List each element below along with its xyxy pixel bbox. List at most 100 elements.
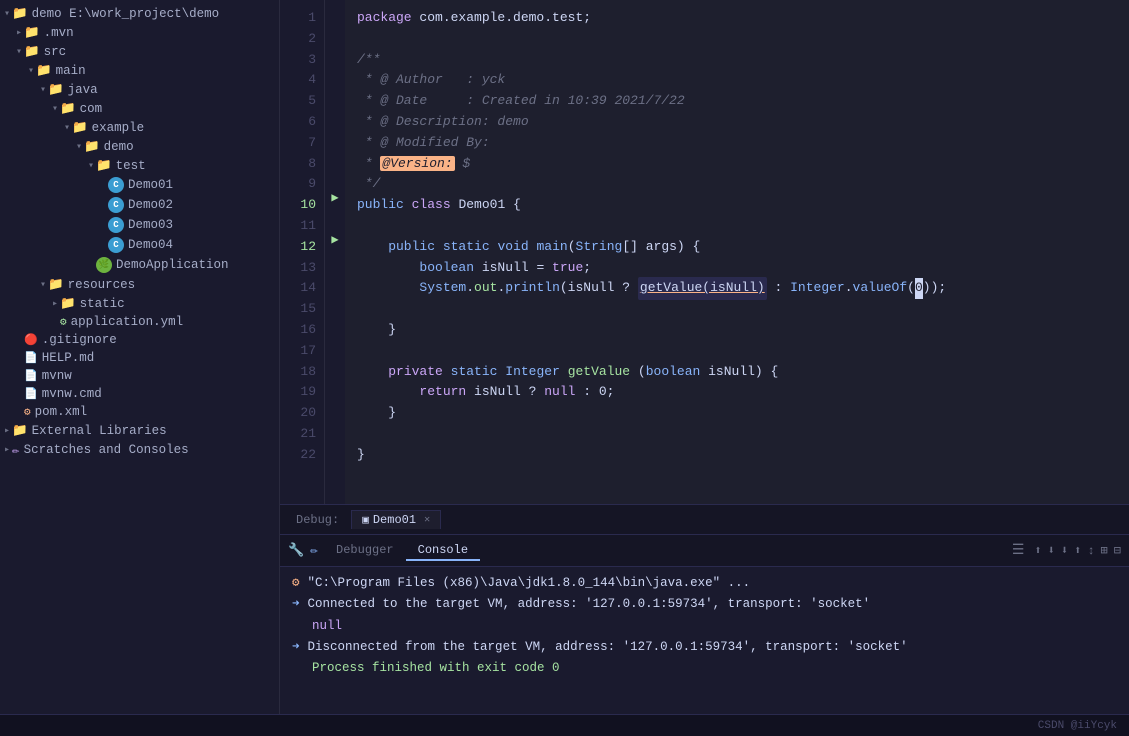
sidebar-item-Demo03[interactable]: CDemo03 bbox=[0, 215, 279, 235]
cursor-pos: 0 bbox=[915, 278, 923, 299]
code-line: package com.example.demo.test; bbox=[357, 8, 1129, 29]
debug-scroll-down-icon[interactable]: ⬇ bbox=[1061, 543, 1068, 558]
comment-token: * @ Description: demo bbox=[357, 112, 529, 133]
gutter-cell bbox=[325, 416, 345, 437]
debug-scroll-down2-icon[interactable]: ↕ bbox=[1087, 544, 1094, 558]
sidebar-item-mvn[interactable]: ▸📁.mvn bbox=[0, 23, 279, 42]
tree-arrow: ▾ bbox=[28, 65, 34, 77]
debug-collapse-icon[interactable]: ⬇ bbox=[1048, 543, 1055, 558]
debug-inner-tabs: DebuggerConsole bbox=[324, 541, 480, 561]
sidebar-item-java[interactable]: ▾📁java bbox=[0, 80, 279, 99]
line-number: 18 bbox=[280, 362, 324, 383]
sidebar-item-resources[interactable]: ▾📁resources bbox=[0, 275, 279, 294]
sidebar-item-extlibs[interactable]: ▸📁External Libraries bbox=[0, 421, 279, 440]
tree-item-label: External Libraries bbox=[32, 424, 167, 438]
debug-edit-icon[interactable]: ✏ bbox=[310, 543, 318, 558]
gutter-cell bbox=[325, 208, 345, 229]
line-number: 12 bbox=[280, 237, 324, 258]
code-line: * @Version: $ bbox=[357, 154, 1129, 175]
tree-arrow: ▾ bbox=[64, 122, 70, 134]
sidebar-item-Demo02[interactable]: CDemo02 bbox=[0, 195, 279, 215]
sidebar-item-example[interactable]: ▾📁example bbox=[0, 118, 279, 137]
tree-item-label: com bbox=[80, 102, 103, 116]
line-number: 9 bbox=[280, 174, 324, 195]
sidebar-item-com[interactable]: ▾📁com bbox=[0, 99, 279, 118]
sidebar-item-main[interactable]: ▾📁main bbox=[0, 61, 279, 80]
code-line: */ bbox=[357, 174, 1129, 195]
keyword2-token: boolean bbox=[419, 258, 474, 279]
tree-item-label: HELP.md bbox=[42, 351, 95, 365]
line-number: 8 bbox=[280, 154, 324, 175]
debug-soft-wrap-icon[interactable]: ⊞ bbox=[1101, 543, 1108, 558]
sidebar-item-Demo04[interactable]: CDemo04 bbox=[0, 235, 279, 255]
debug-restart-icon[interactable]: 🔧 bbox=[288, 543, 304, 558]
line-number: 22 bbox=[280, 445, 324, 466]
package-line: package com.example.demo.test; bbox=[357, 8, 591, 29]
tree-item-label: demo E:\work_project\demo bbox=[32, 7, 220, 21]
debug-tab-demo01[interactable]: ▣ Demo01 ✕ bbox=[351, 510, 441, 529]
sidebar-item-HELP[interactable]: 📄HELP.md bbox=[0, 349, 279, 367]
tree-item-label: .gitignore bbox=[42, 333, 117, 347]
line-number: 17 bbox=[280, 341, 324, 362]
sidebar-item-gitignore[interactable]: 🔴.gitignore bbox=[0, 331, 279, 349]
keyword-token: true bbox=[552, 258, 583, 279]
tree-arrow: ▸ bbox=[52, 298, 58, 310]
plain-token: . bbox=[845, 278, 853, 299]
folder-icon: 📁 bbox=[84, 139, 100, 154]
debug-print-icon[interactable]: ⊟ bbox=[1114, 543, 1121, 558]
code-line: * @ Modified By: bbox=[357, 133, 1129, 154]
console-icon: ➜ bbox=[292, 637, 300, 658]
tree-arrow: ▸ bbox=[4, 444, 10, 456]
debug-panel: Debug: ▣ Demo01 ✕ 🔧 ✏ DebuggerConsole ☰ … bbox=[280, 504, 1129, 714]
sidebar-item-scratches[interactable]: ▸✏Scratches and Consoles bbox=[0, 440, 279, 460]
sidebar-item-static[interactable]: ▸📁static bbox=[0, 294, 279, 313]
sidebar-item-application[interactable]: ⚙application.yml bbox=[0, 313, 279, 331]
console-line: ➜Connected to the target VM, address: '1… bbox=[292, 594, 1117, 615]
sidebar-item-Demo01[interactable]: CDemo01 bbox=[0, 175, 279, 195]
tree-item-label: .mvn bbox=[44, 26, 74, 40]
keyword-token: return bbox=[419, 382, 466, 403]
type-token: String bbox=[576, 237, 623, 258]
main-area: ▾📁demo E:\work_project\demo▸📁.mvn▾📁src▾📁… bbox=[0, 0, 1129, 714]
gutter-cell bbox=[325, 437, 345, 458]
code-line: * @ Date : Created in 10:39 2021/7/22 bbox=[357, 91, 1129, 112]
tree-item-label: demo bbox=[104, 140, 134, 154]
plain-token bbox=[497, 362, 505, 383]
code-line: private static Integer getValue (boolean… bbox=[357, 362, 1129, 383]
tree-item-label: java bbox=[68, 83, 98, 97]
code-content[interactable]: package com.example.demo.test;/** * @ Au… bbox=[345, 0, 1129, 504]
sidebar-item-pom[interactable]: ⚙pom.xml bbox=[0, 403, 279, 421]
plain-token: } bbox=[357, 445, 365, 466]
plain-token: . bbox=[466, 278, 474, 299]
folder-icon: 📁 bbox=[60, 296, 76, 311]
debug-inner-tab-debugger[interactable]: Debugger bbox=[324, 541, 406, 561]
sidebar-item-test[interactable]: ▾📁test bbox=[0, 156, 279, 175]
plain-token bbox=[560, 362, 568, 383]
sidebar-item-demo-root[interactable]: ▾📁demo E:\work_project\demo bbox=[0, 4, 279, 23]
code-line: } bbox=[357, 403, 1129, 424]
plain-token bbox=[443, 362, 451, 383]
sidebar-item-mvnw[interactable]: 📄mvnw bbox=[0, 367, 279, 385]
code-line: public static void main(String[] args) { bbox=[357, 237, 1129, 258]
sidebar-item-mvnwcmd[interactable]: 📄mvnw.cmd bbox=[0, 385, 279, 403]
debug-menu-icon[interactable]: ☰ bbox=[1012, 542, 1025, 559]
comment-token: * @ Author : yck bbox=[357, 70, 505, 91]
sidebar-item-DemoApplication[interactable]: 🌿DemoApplication bbox=[0, 255, 279, 275]
debug-expand-icon[interactable]: ⬆ bbox=[1034, 543, 1041, 558]
debug-tabs-bar: Debug: ▣ Demo01 ✕ bbox=[280, 505, 1129, 535]
tree-arrow: ▸ bbox=[4, 425, 10, 437]
plain-token: )); bbox=[923, 278, 946, 299]
plain-token bbox=[404, 195, 412, 216]
plain-token bbox=[490, 237, 498, 258]
debug-scroll-up-icon[interactable]: ⬆ bbox=[1074, 543, 1081, 558]
debug-tab-close[interactable]: ✕ bbox=[424, 514, 430, 526]
tree-item-label: mvnw.cmd bbox=[42, 387, 102, 401]
line-number: 11 bbox=[280, 216, 324, 237]
sidebar-item-src[interactable]: ▾📁src bbox=[0, 42, 279, 61]
tree-item-label: Demo01 bbox=[128, 178, 173, 192]
plain-token: : 0; bbox=[575, 382, 614, 403]
sidebar-item-demo[interactable]: ▾📁demo bbox=[0, 137, 279, 156]
debug-inner-tab-console[interactable]: Console bbox=[406, 541, 480, 561]
plain-token: ( bbox=[907, 278, 915, 299]
bottom-bar-text: CSDN @iiYcyk bbox=[1038, 720, 1117, 732]
